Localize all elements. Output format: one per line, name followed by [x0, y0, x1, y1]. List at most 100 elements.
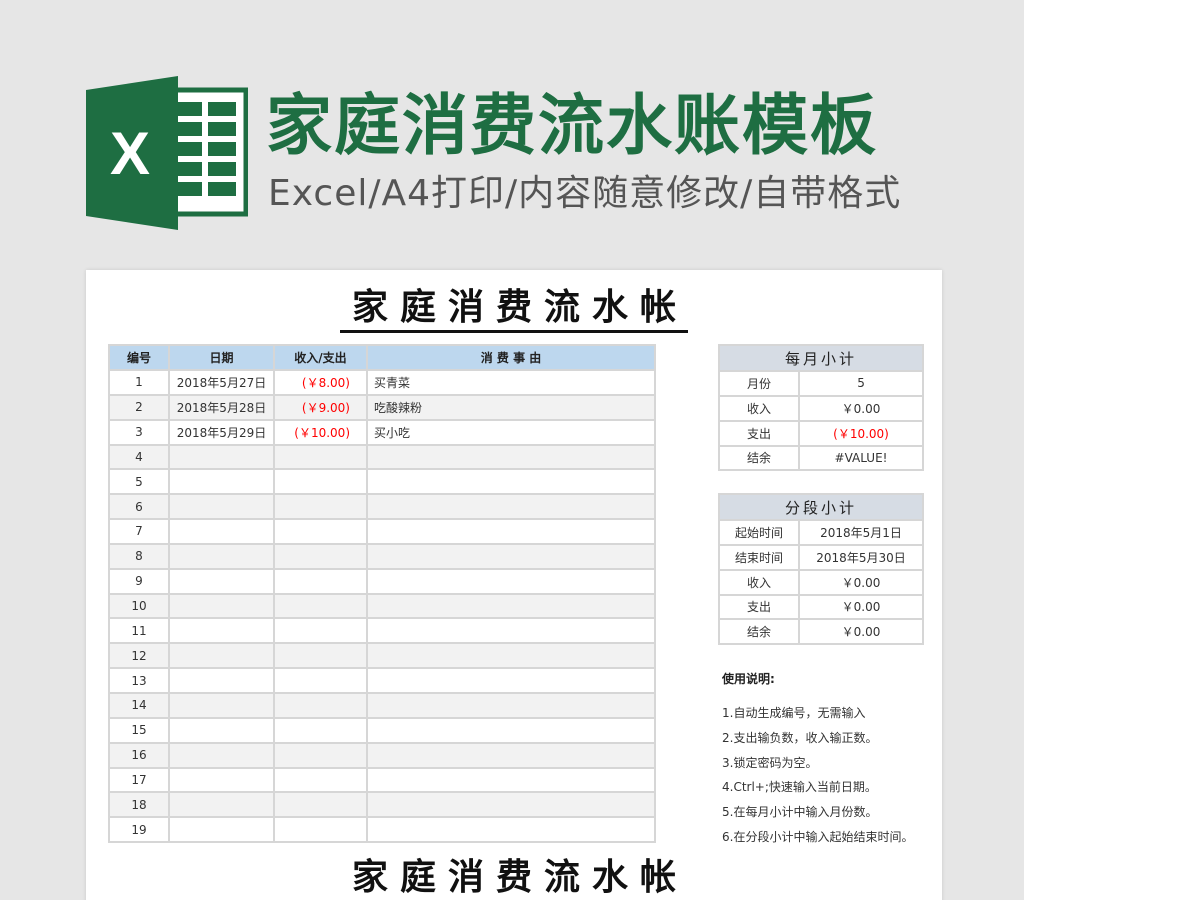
reason-cell[interactable] — [366, 468, 656, 496]
date-cell[interactable] — [168, 617, 275, 645]
row-number-cell[interactable]: 15 — [108, 716, 170, 744]
reason-cell[interactable] — [366, 443, 656, 471]
row-number-cell[interactable]: 1 — [108, 369, 170, 396]
usage-notes-title: 使用说明: — [722, 672, 775, 686]
reason-cell[interactable] — [366, 791, 656, 819]
row-number-cell[interactable]: 14 — [108, 691, 170, 719]
amount-cell[interactable] — [273, 493, 368, 521]
date-cell[interactable]: 2018年5月27日 — [168, 369, 275, 396]
reason-cell[interactable] — [366, 766, 656, 794]
col-header-date[interactable]: 日期 — [168, 344, 275, 371]
date-cell[interactable] — [168, 667, 275, 694]
row-number-cell[interactable]: 2 — [108, 393, 170, 421]
date-cell[interactable]: 2018年5月29日 — [168, 418, 275, 446]
monthly-summary-title: 每月小计 — [717, 344, 925, 372]
segment-row: 收入 ￥0.00 — [718, 568, 925, 596]
date-cell[interactable] — [168, 493, 275, 521]
reason-cell[interactable] — [366, 493, 656, 521]
segment-value[interactable]: 2018年5月30日 — [797, 543, 925, 571]
date-cell[interactable] — [168, 766, 275, 794]
amount-cell[interactable] — [273, 567, 368, 595]
segment-row: 支出 ￥0.00 — [718, 593, 925, 621]
reason-cell[interactable]: 吃酸辣粉 — [366, 393, 656, 421]
amount-cell[interactable] — [273, 592, 368, 620]
amount-cell[interactable] — [273, 667, 368, 694]
amount-cell[interactable] — [273, 468, 368, 496]
amount-cell[interactable]: (￥9.00) — [273, 393, 368, 421]
row-number-cell[interactable]: 13 — [108, 667, 170, 694]
amount-cell[interactable] — [273, 716, 368, 744]
reason-cell[interactable] — [366, 691, 656, 719]
date-cell[interactable] — [168, 642, 275, 670]
date-cell[interactable] — [168, 542, 275, 570]
reason-cell[interactable] — [366, 667, 656, 694]
date-cell[interactable] — [168, 592, 275, 620]
table-row: 10 — [108, 592, 656, 620]
reason-cell[interactable] — [366, 642, 656, 670]
reason-cell[interactable] — [366, 716, 656, 744]
date-cell[interactable] — [168, 443, 275, 471]
logo-letter: X — [110, 120, 150, 187]
table-row: 7 — [108, 518, 656, 545]
reason-cell[interactable] — [366, 617, 656, 645]
col-header-amount[interactable]: 收入/支出 — [273, 344, 368, 371]
amount-cell[interactable] — [273, 766, 368, 794]
amount-cell[interactable] — [273, 816, 368, 844]
monthly-row: 收入 ￥0.00 — [718, 394, 925, 422]
reason-cell[interactable] — [366, 542, 656, 570]
row-number-cell[interactable]: 17 — [108, 766, 170, 794]
reason-cell[interactable] — [366, 741, 656, 769]
reason-cell[interactable] — [366, 816, 656, 844]
date-cell[interactable] — [168, 567, 275, 595]
row-number-cell[interactable]: 7 — [108, 518, 170, 545]
reason-cell[interactable]: 买青菜 — [366, 369, 656, 396]
reason-cell[interactable]: 买小吃 — [366, 418, 656, 446]
row-number-cell[interactable]: 18 — [108, 791, 170, 819]
row-number-cell[interactable]: 5 — [108, 468, 170, 496]
row-number-cell[interactable]: 9 — [108, 567, 170, 595]
row-number-cell[interactable]: 10 — [108, 592, 170, 620]
monthly-value[interactable]: ￥0.00 — [797, 394, 925, 422]
date-cell[interactable] — [168, 468, 275, 496]
row-number-cell[interactable]: 11 — [108, 617, 170, 645]
date-cell[interactable] — [168, 518, 275, 545]
table-row: 16 — [108, 741, 656, 769]
segment-value[interactable]: 2018年5月1日 — [797, 519, 925, 546]
amount-cell[interactable] — [273, 617, 368, 645]
segment-value[interactable]: ￥0.00 — [797, 568, 925, 596]
segment-value[interactable]: ￥0.00 — [797, 593, 925, 621]
amount-cell[interactable] — [273, 791, 368, 819]
row-number-cell[interactable]: 8 — [108, 542, 170, 570]
row-number-cell[interactable]: 3 — [108, 418, 170, 446]
excel-logo-icon: X — [86, 76, 248, 230]
amount-cell[interactable] — [273, 642, 368, 670]
amount-cell[interactable] — [273, 542, 368, 570]
date-cell[interactable] — [168, 816, 275, 844]
amount-cell[interactable] — [273, 741, 368, 769]
amount-cell[interactable] — [273, 443, 368, 471]
amount-cell[interactable] — [273, 518, 368, 545]
amount-cell[interactable]: (￥10.00) — [273, 418, 368, 446]
row-number-cell[interactable]: 16 — [108, 741, 170, 769]
monthly-value[interactable]: (￥10.00) — [797, 419, 925, 447]
segment-value[interactable]: ￥0.00 — [797, 618, 925, 646]
reason-cell[interactable] — [366, 518, 656, 545]
monthly-value[interactable]: 5 — [797, 370, 925, 397]
date-cell[interactable] — [168, 741, 275, 769]
reason-cell[interactable] — [366, 592, 656, 620]
col-header-number[interactable]: 编号 — [108, 344, 170, 371]
monthly-value[interactable]: #VALUE! — [797, 444, 925, 472]
amount-cell[interactable]: (￥8.00) — [273, 369, 368, 396]
date-cell[interactable] — [168, 691, 275, 719]
row-number-cell[interactable]: 4 — [108, 443, 170, 471]
reason-cell[interactable] — [366, 567, 656, 595]
row-number-cell[interactable]: 19 — [108, 816, 170, 844]
date-cell[interactable] — [168, 716, 275, 744]
amount-cell[interactable] — [273, 691, 368, 719]
table-row: 18 — [108, 791, 656, 819]
row-number-cell[interactable]: 6 — [108, 493, 170, 521]
date-cell[interactable] — [168, 791, 275, 819]
date-cell[interactable]: 2018年5月28日 — [168, 393, 275, 421]
col-header-reason[interactable]: 消 费 事 由 — [366, 344, 656, 371]
row-number-cell[interactable]: 12 — [108, 642, 170, 670]
